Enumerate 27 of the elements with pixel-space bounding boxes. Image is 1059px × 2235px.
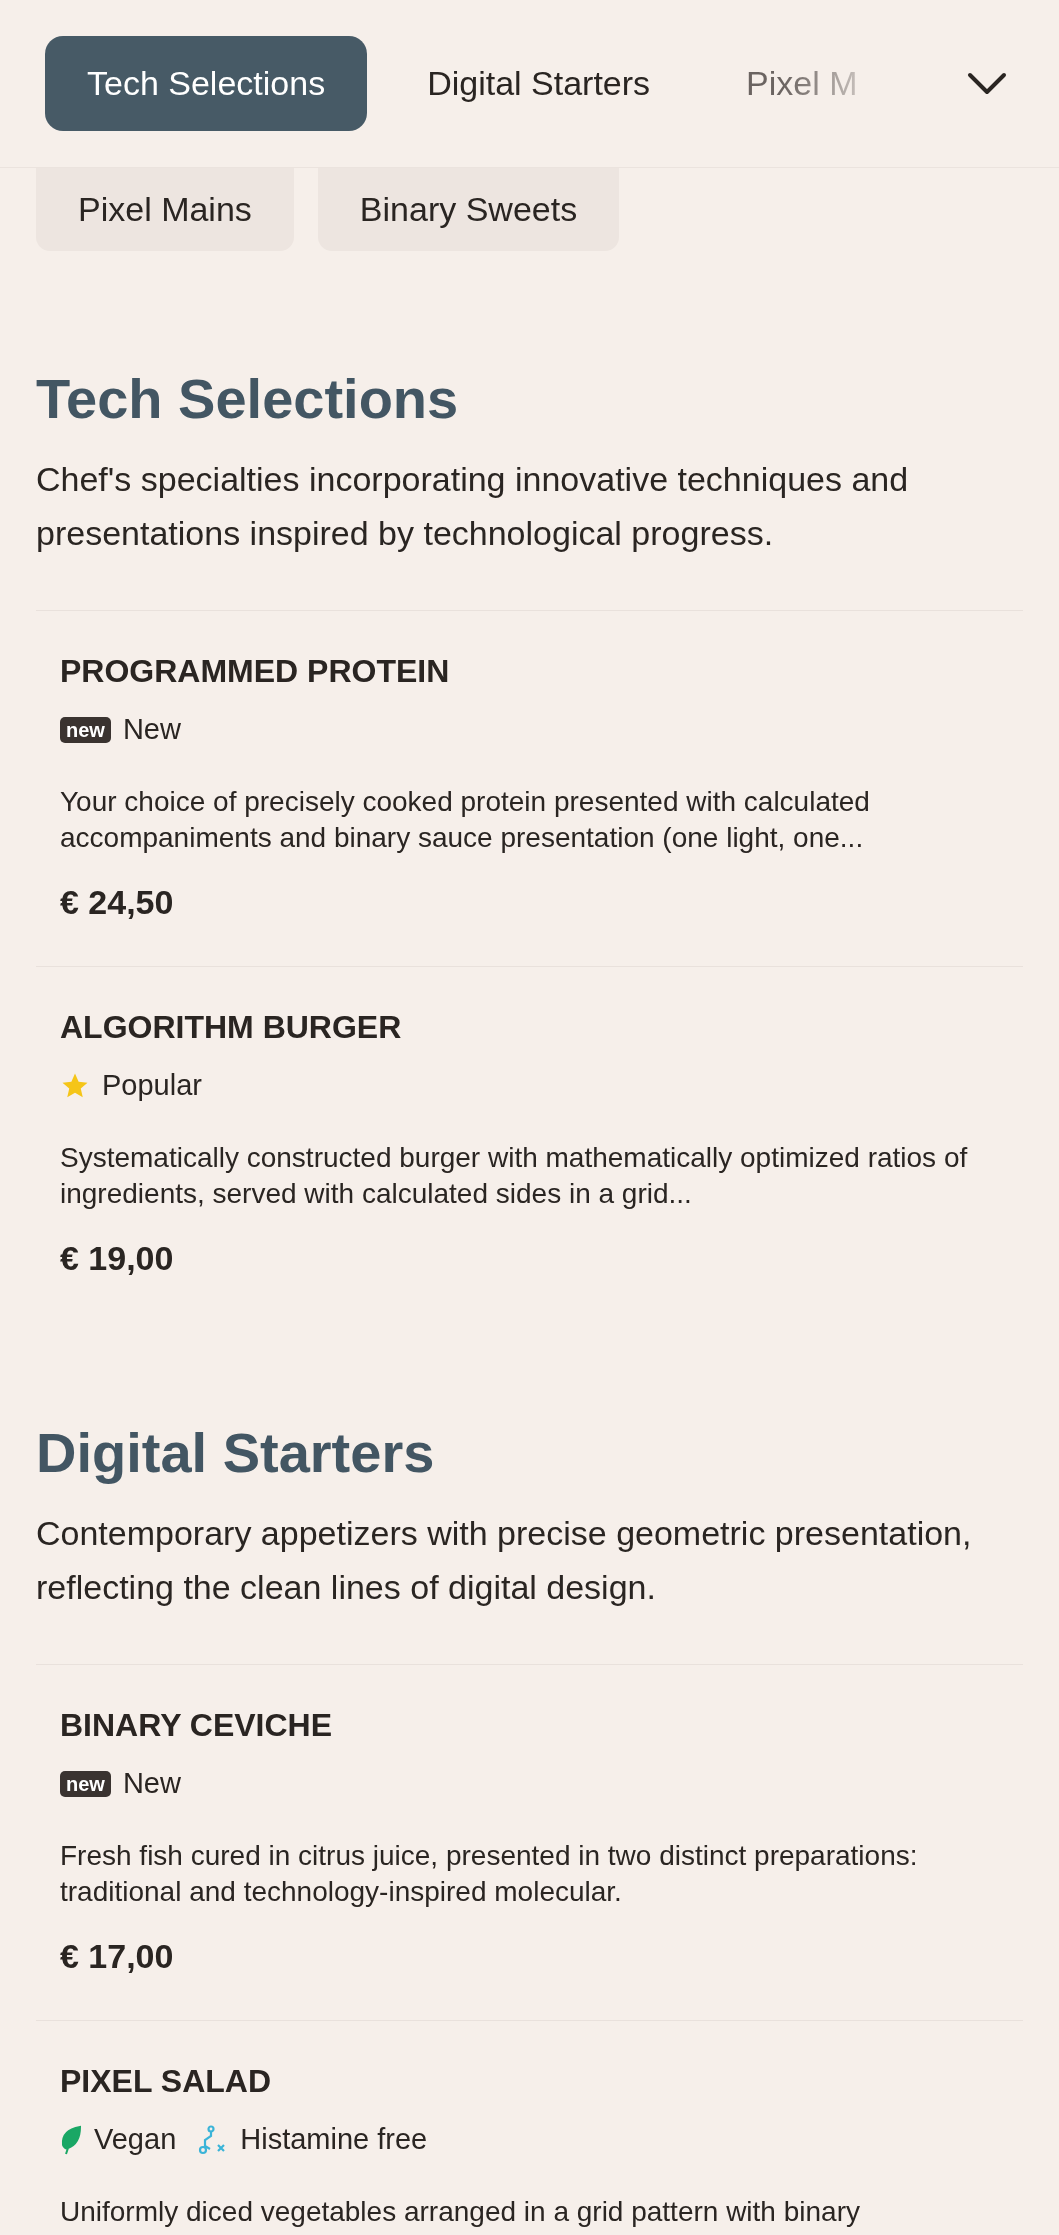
dish-name: PIXEL SALAD [60,2062,272,2101]
dish-price: € 19,00 [60,1238,175,1279]
dish-tag: New [122,1762,181,1806]
dish-tag: Histamine free [240,2118,428,2162]
dish-name: PROGRAMMED PROTEIN [60,652,451,691]
dish-description: Uniformly diced vegetables arranged in a grid pattern with binary [60,2195,861,2229]
new-badge: new [60,1771,111,1797]
dish-description: Systematically constructed burger with mathematically optimized ratios of ingredients, served with calculated sides in a grid... [60,1141,969,1211]
section-title: Tech Selections [35,366,460,432]
dish-tag: Vegan [94,2118,177,2162]
category-pill[interactable]: Binary Sweets [317,168,620,251]
dish-price: € 17,00 [60,1936,175,1977]
section-description: Chef's specialties incorporating innovative techniques and presentations inspired by technological progress. [35,459,910,554]
dish-tag: New [122,708,181,752]
dish-description: Fresh fish cured in citrus juice, presented in two distinct preparations: traditional and technology-inspired molecular. [60,1839,919,1909]
leaf-icon [60,2125,82,2155]
dish-name: ALGORITHM BURGER [60,1008,403,1047]
category-pill[interactable]: Pixel Mains [36,168,294,251]
section-title: Digital Starters [35,1420,436,1486]
category-tab[interactable]: Tech Selections [45,36,368,131]
dish-name: BINARY CEVICHE [60,1706,334,1745]
category-tab[interactable]: Digital Starters [367,36,711,131]
dish-tag: Popular [102,1064,202,1108]
new-badge: new [60,717,111,743]
dish-price: € 24,50 [60,882,175,923]
dish-description: Your choice of precisely cooked protein presented with calculated accompaniments and binary sauce presentation (one light, one... [60,785,871,855]
section-description: Contemporary appetizers with precise geometric presentation, reflecting the clean lines of digital design. [35,1513,973,1608]
